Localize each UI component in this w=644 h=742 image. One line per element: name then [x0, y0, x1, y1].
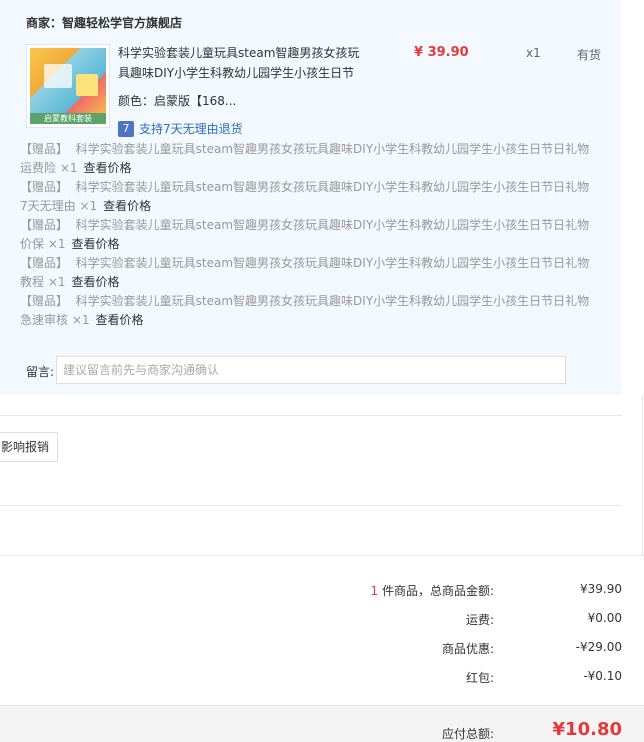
- gift-quantity: ×1: [47, 237, 66, 251]
- product-image-box: [44, 64, 72, 88]
- return-policy[interactable]: 7 支持7天无理由退货: [118, 120, 243, 137]
- return-policy-text[interactable]: 支持7天无理由退货: [139, 122, 243, 136]
- view-price-link[interactable]: 查看价格: [72, 275, 120, 289]
- gift-item: 【赠品】 科学实验套装儿童玩具steam智趣男孩女孩玩具趣味DIY小学生科教幼儿…: [20, 216, 600, 254]
- gift-tag: 【赠品】: [20, 294, 69, 308]
- discount-value: -¥29.00: [575, 640, 622, 654]
- red-packet-label: 红包:: [465, 671, 494, 685]
- invoice-option-button[interactable]: 影响报销: [0, 432, 58, 462]
- product-thumbnail[interactable]: 启蒙教科套装: [26, 44, 110, 128]
- item-count: 1: [370, 584, 379, 598]
- gift-quantity: ×1: [59, 161, 78, 175]
- product-price: ¥ 39.90: [414, 45, 469, 60]
- section-divider: [0, 505, 622, 506]
- gift-item: 【赠品】 科学实验套装儿童玩具steam智趣男孩女孩玩具趣味DIY小学生科教幼儿…: [20, 140, 600, 178]
- items-total-label: 1 件商品，总商品金额:: [370, 582, 494, 599]
- remark-input[interactable]: [56, 356, 566, 384]
- view-price-link[interactable]: 查看价格: [96, 313, 144, 327]
- shop-name[interactable]: 商家：智趣轻松学官方旗舰店: [26, 14, 182, 31]
- gift-quantity: ×1: [71, 313, 90, 327]
- gift-tag: 【赠品】: [20, 218, 69, 232]
- product-title[interactable]: 科学实验套装儿童玩具steam智趣男孩女孩玩具趣味DIY小学生科教幼儿园学生小孩…: [118, 43, 368, 83]
- remark-label: 留言:: [26, 365, 55, 379]
- gift-tag: 【赠品】: [20, 180, 69, 194]
- gift-quantity: ×1: [79, 199, 98, 213]
- color-label: 颜色：: [118, 94, 155, 108]
- section-divider: [0, 555, 644, 556]
- discount-label: 商品优惠:: [441, 642, 494, 656]
- gift-tag: 【赠品】: [20, 256, 69, 270]
- product-image: [30, 48, 106, 114]
- view-price-link[interactable]: 查看价格: [84, 161, 132, 175]
- product-image-box: [76, 74, 98, 96]
- view-price-link[interactable]: 查看价格: [72, 237, 120, 251]
- view-price-link[interactable]: 查看价格: [103, 199, 151, 213]
- product-image-caption: 启蒙教科套装: [30, 113, 106, 124]
- total-bar: [0, 705, 644, 742]
- stock-status: 有货: [577, 48, 602, 62]
- gift-item: 【赠品】 科学实验套装儿童玩具steam智趣男孩女孩玩具趣味DIY小学生科教幼儿…: [20, 178, 600, 216]
- red-packet-value: -¥0.10: [583, 669, 622, 683]
- panel-border: [642, 395, 643, 555]
- gift-item: 【赠品】 科学实验套装儿童玩具steam智趣男孩女孩玩具趣味DIY小学生科教幼儿…: [20, 254, 600, 292]
- items-total-value: ¥39.90: [580, 582, 622, 596]
- gift-item: 【赠品】 科学实验套装儿童玩具steam智趣男孩女孩玩具趣味DIY小学生科教幼儿…: [20, 292, 600, 330]
- product-quantity: x1: [526, 46, 541, 60]
- color-value: 启蒙版【168...: [154, 94, 237, 108]
- gift-quantity: ×1: [47, 275, 66, 289]
- seven-day-return-icon: 7: [118, 120, 134, 137]
- product-color: 颜色：启蒙版【168...: [118, 92, 236, 109]
- amount-payable-value: ¥10.80: [552, 719, 622, 740]
- amount-payable-label: 应付总额:: [441, 727, 494, 741]
- items-total-text: 件商品，总商品金额:: [381, 584, 494, 598]
- section-divider: [0, 415, 622, 416]
- shipping-label: 运费:: [465, 613, 494, 627]
- gift-tag: 【赠品】: [20, 142, 69, 156]
- shipping-value: ¥0.00: [587, 611, 622, 625]
